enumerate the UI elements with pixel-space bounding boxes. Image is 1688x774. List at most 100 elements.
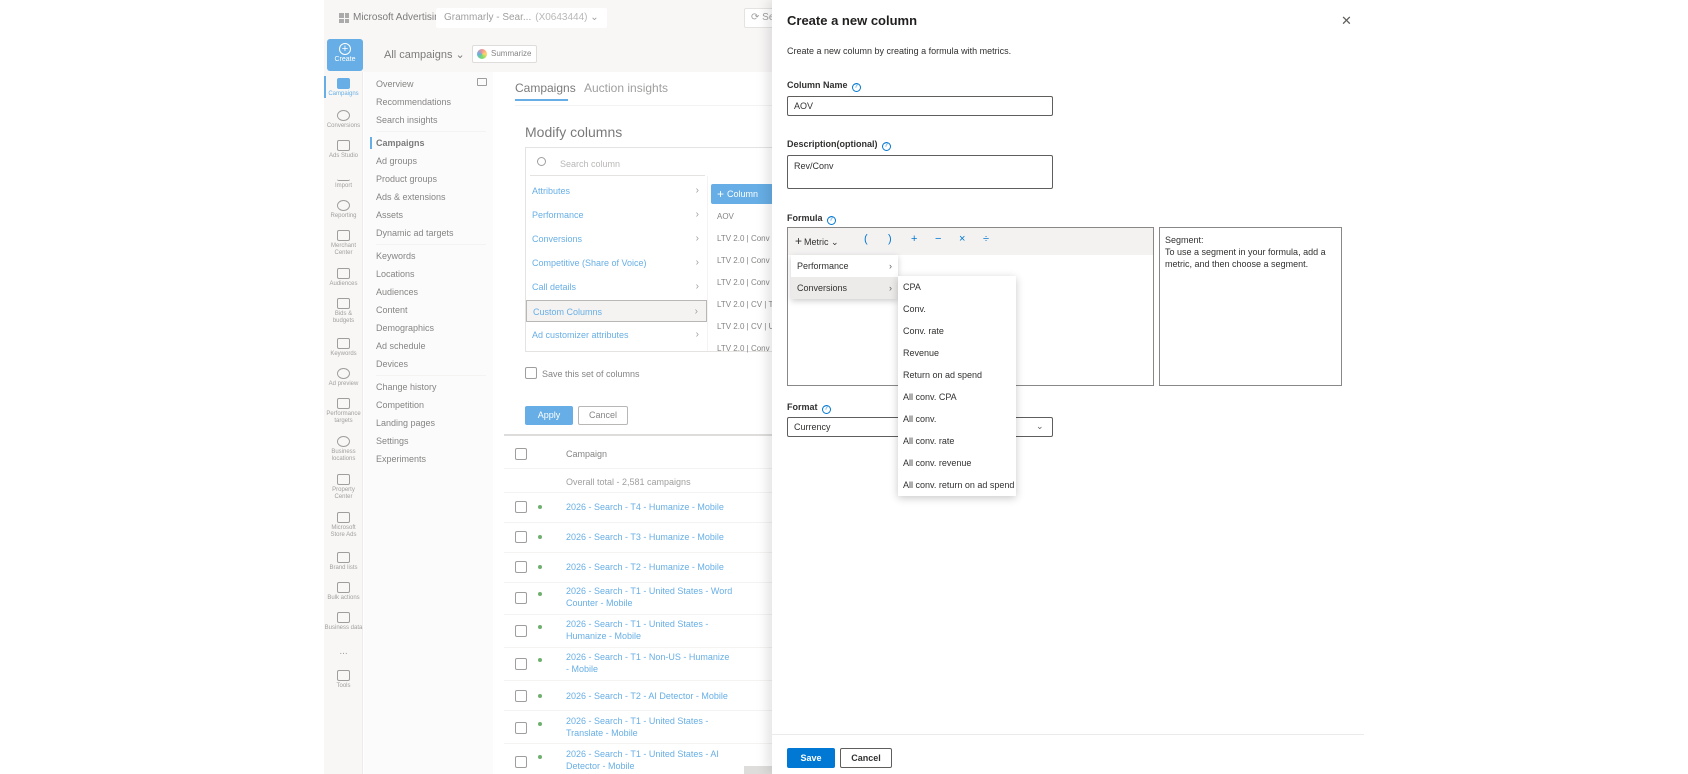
category-custom-columns[interactable]: Custom Columns › bbox=[526, 300, 707, 322]
category-call-details[interactable]: Call details › bbox=[526, 276, 707, 298]
account-selector[interactable]: Grammarly - Sear... (X0643444) ⌄ bbox=[436, 8, 607, 28]
campaign-link[interactable]: 2026 - Search - T2 - Humanize - Mobile bbox=[566, 561, 734, 573]
nav-ad-groups[interactable]: Ad groups bbox=[376, 156, 417, 166]
menu-item-conversions[interactable]: Conversions › bbox=[791, 277, 898, 299]
campaign-link[interactable]: 2026 - Search - T1 - United States - Wor… bbox=[566, 585, 734, 609]
rail-item-business-data[interactable]: Business data bbox=[324, 612, 363, 632]
nav-content[interactable]: Content bbox=[376, 305, 408, 315]
rail-item-microsoft-store-ads[interactable]: Microsoft Store Ads bbox=[324, 512, 363, 539]
nav-experiments[interactable]: Experiments bbox=[376, 454, 426, 464]
multiply-operator-button[interactable]: × bbox=[959, 233, 965, 245]
row-checkbox[interactable] bbox=[515, 625, 527, 637]
nav-ads-extensions[interactable]: Ads & extensions bbox=[376, 192, 446, 202]
add-column-button[interactable]: + Column bbox=[711, 184, 773, 204]
close-paren-button[interactable]: ) bbox=[888, 233, 892, 245]
metric-option[interactable]: CPA bbox=[898, 276, 1016, 298]
rail-item-keywords[interactable]: Keywords bbox=[324, 338, 363, 358]
summarize-button[interactable]: Summarize bbox=[472, 45, 538, 63]
save-button[interactable]: Save bbox=[787, 748, 835, 768]
help-icon[interactable]: ? bbox=[881, 142, 891, 151]
rail-item-property-center[interactable]: Property Center bbox=[324, 474, 363, 501]
divide-operator-button[interactable]: ÷ bbox=[983, 233, 989, 245]
custom-column-item[interactable]: LTV 2.0 | Conv bbox=[717, 234, 770, 243]
plus-operator-button[interactable]: + bbox=[911, 233, 917, 245]
metric-option[interactable]: All conv. CPA bbox=[898, 386, 1016, 408]
rail-item-audiences[interactable]: Audiences bbox=[324, 268, 363, 288]
row-checkbox[interactable] bbox=[515, 690, 527, 702]
rail-item-brand-lists[interactable]: Brand lists bbox=[324, 552, 363, 572]
row-checkbox[interactable] bbox=[515, 722, 527, 734]
category-competitive[interactable]: Competitive (Share of Voice) › bbox=[526, 252, 707, 274]
close-icon[interactable]: ✕ bbox=[1341, 14, 1352, 27]
help-icon[interactable]: ? bbox=[821, 405, 831, 414]
tab-campaigns[interactable]: Campaigns bbox=[515, 81, 576, 95]
rail-item-import[interactable]: Import bbox=[324, 170, 363, 190]
nav-product-groups[interactable]: Product groups bbox=[376, 174, 437, 184]
metric-option[interactable]: Return on ad spend bbox=[898, 364, 1016, 386]
rail-item-ad-preview[interactable]: Ad preview bbox=[324, 368, 363, 388]
apply-button[interactable]: Apply bbox=[525, 406, 573, 425]
description-textarea[interactable]: Rev/Conv bbox=[787, 155, 1053, 189]
collapse-nav-icon[interactable] bbox=[477, 78, 487, 86]
nav-locations[interactable]: Locations bbox=[376, 269, 415, 279]
column-search-input[interactable]: Search column bbox=[530, 152, 705, 176]
global-search-input[interactable]: ⟳ Se bbox=[744, 8, 772, 28]
row-checkbox[interactable] bbox=[515, 501, 527, 513]
nav-dynamic-ad-targets[interactable]: Dynamic ad targets bbox=[376, 228, 454, 238]
nav-competition[interactable]: Competition bbox=[376, 400, 424, 410]
custom-column-item[interactable]: AOV bbox=[717, 212, 734, 221]
campaign-link[interactable]: 2026 - Search - T4 - Humanize - Mobile bbox=[566, 501, 734, 513]
help-icon[interactable]: ? bbox=[826, 216, 836, 225]
column-name-input[interactable] bbox=[787, 96, 1053, 116]
custom-column-item[interactable]: LTV 2.0 | Conv bbox=[717, 344, 770, 353]
nav-search-insights[interactable]: Search insights bbox=[376, 115, 438, 125]
nav-assets[interactable]: Assets bbox=[376, 210, 403, 220]
row-checkbox[interactable] bbox=[515, 756, 527, 768]
rail-item-bids-budgets[interactable]: Bids & budgets bbox=[324, 298, 363, 325]
rail-item-campaigns[interactable]: Campaigns bbox=[324, 76, 363, 98]
custom-column-item[interactable]: LTV 2.0 | Conv bbox=[717, 256, 770, 265]
save-column-set-checkbox[interactable] bbox=[525, 367, 537, 379]
campaign-link[interactable]: 2026 - Search - T1 - Non-US - Humanize -… bbox=[566, 651, 734, 675]
custom-column-item[interactable]: LTV 2.0 | CV | U bbox=[717, 322, 774, 331]
nav-recommendations[interactable]: Recommendations bbox=[376, 97, 451, 107]
metric-option[interactable]: Conv. rate bbox=[898, 320, 1016, 342]
rail-more-button[interactable]: ... bbox=[324, 647, 363, 657]
campaign-link[interactable]: 2026 - Search - T2 - AI Detector - Mobil… bbox=[566, 690, 734, 702]
category-ad-customizer[interactable]: Ad customizer attributes › bbox=[526, 324, 707, 346]
metric-option[interactable]: All conv. bbox=[898, 408, 1016, 430]
row-checkbox[interactable] bbox=[515, 592, 527, 604]
nav-devices[interactable]: Devices bbox=[376, 359, 408, 369]
category-performance[interactable]: Performance › bbox=[526, 204, 707, 226]
open-paren-button[interactable]: ( bbox=[864, 233, 868, 245]
nav-ad-schedule[interactable]: Ad schedule bbox=[376, 341, 426, 351]
nav-keywords[interactable]: Keywords bbox=[376, 251, 416, 261]
metric-option[interactable]: Revenue bbox=[898, 342, 1016, 364]
metric-option[interactable]: All conv. rate bbox=[898, 430, 1016, 452]
rail-item-bulk-actions[interactable]: Bulk actions bbox=[324, 582, 363, 602]
help-icon[interactable]: ? bbox=[851, 83, 861, 92]
select-all-checkbox[interactable] bbox=[515, 448, 527, 460]
horizontal-scrollbar[interactable] bbox=[744, 766, 772, 774]
create-button[interactable]: + Create bbox=[327, 39, 363, 71]
row-checkbox[interactable] bbox=[515, 658, 527, 670]
nav-audiences[interactable]: Audiences bbox=[376, 287, 418, 297]
campaign-scope-selector[interactable]: All campaigns ⌄ bbox=[384, 48, 465, 61]
custom-column-item[interactable]: LTV 2.0 | Conv bbox=[717, 278, 770, 287]
rail-item-tools[interactable]: Tools bbox=[324, 670, 363, 690]
cancel-button[interactable]: Cancel bbox=[840, 748, 892, 768]
nav-settings[interactable]: Settings bbox=[376, 436, 409, 446]
campaign-link[interactable]: 2026 - Search - T1 - United States - Tra… bbox=[566, 715, 734, 739]
rail-item-performance-targets[interactable]: Performance targets bbox=[324, 398, 363, 425]
custom-column-item[interactable]: LTV 2.0 | CV | T bbox=[717, 300, 773, 309]
metric-dropdown-button[interactable]: + Metric ⌄ bbox=[795, 234, 839, 248]
nav-landing-pages[interactable]: Landing pages bbox=[376, 418, 435, 428]
metric-option[interactable]: All conv. revenue bbox=[898, 452, 1016, 474]
rail-item-merchant-center[interactable]: Merchant Center bbox=[324, 230, 363, 257]
category-attributes[interactable]: Attributes › bbox=[526, 180, 707, 202]
row-checkbox[interactable] bbox=[515, 531, 527, 543]
nav-change-history[interactable]: Change history bbox=[376, 382, 437, 392]
campaign-link[interactable]: 2026 - Search - T1 - United States - AI … bbox=[566, 748, 734, 772]
category-conversions[interactable]: Conversions › bbox=[526, 228, 707, 250]
metric-option[interactable]: All conv. return on ad spend bbox=[898, 474, 1016, 496]
